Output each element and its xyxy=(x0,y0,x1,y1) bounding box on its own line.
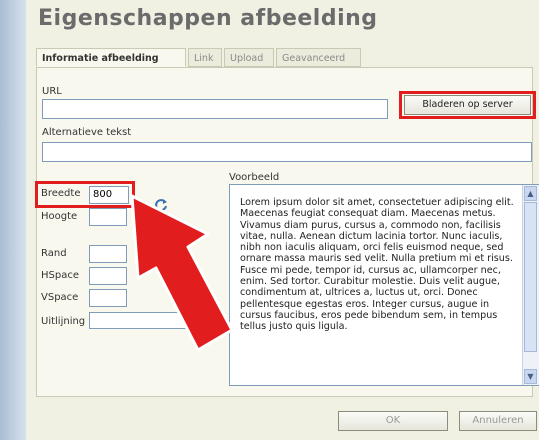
width-input[interactable]: 800 xyxy=(89,186,129,204)
vspace-input[interactable] xyxy=(89,289,127,307)
width-label: Breedte xyxy=(41,188,81,199)
scroll-thumb[interactable] xyxy=(524,202,537,352)
border-input[interactable] xyxy=(89,245,127,263)
vspace-label: VSpace xyxy=(41,292,79,303)
scroll-up-icon[interactable]: ▲ xyxy=(524,186,537,201)
tab-upload[interactable]: Upload xyxy=(224,48,274,67)
border-label: Rand xyxy=(41,248,67,259)
tab-advanced[interactable]: Geavanceerd xyxy=(276,48,361,67)
browse-server-button[interactable]: Bladeren op server xyxy=(404,95,531,115)
hspace-input[interactable] xyxy=(89,267,127,285)
alt-text-input[interactable] xyxy=(42,142,532,162)
url-input[interactable] xyxy=(42,99,388,119)
dialog-title: Eigenschappen afbeelding xyxy=(38,6,378,31)
ok-button[interactable]: OK xyxy=(338,411,448,431)
preview-scrollbar[interactable]: ▲ ▼ xyxy=(522,185,539,385)
image-properties-dialog: Eigenschappen afbeelding Informatie afbe… xyxy=(26,0,539,440)
red-arrow-annotation xyxy=(130,194,234,352)
cancel-button[interactable]: Annuleren xyxy=(459,411,537,431)
height-label: Hoogte xyxy=(41,211,78,222)
preview-box: Lorem ipsum dolor sit amet, consectetuer… xyxy=(229,184,539,386)
preview-text: Lorem ipsum dolor sit amet, consectetuer… xyxy=(240,197,514,333)
hspace-label: HSpace xyxy=(41,270,79,281)
alt-text-label: Alternatieve tekst xyxy=(42,127,132,138)
preview-label: Voorbeeld xyxy=(229,172,280,183)
url-label: URL xyxy=(42,86,62,97)
tab-link[interactable]: Link xyxy=(188,48,222,67)
background-edge xyxy=(0,0,26,440)
scroll-down-icon[interactable]: ▼ xyxy=(524,369,537,384)
tab-image-info[interactable]: Informatie afbeelding xyxy=(36,48,186,67)
tab-bar: Informatie afbeelding Link Upload Geavan… xyxy=(36,48,416,68)
align-label: Uitlijning xyxy=(41,316,86,327)
height-input[interactable] xyxy=(89,208,127,226)
